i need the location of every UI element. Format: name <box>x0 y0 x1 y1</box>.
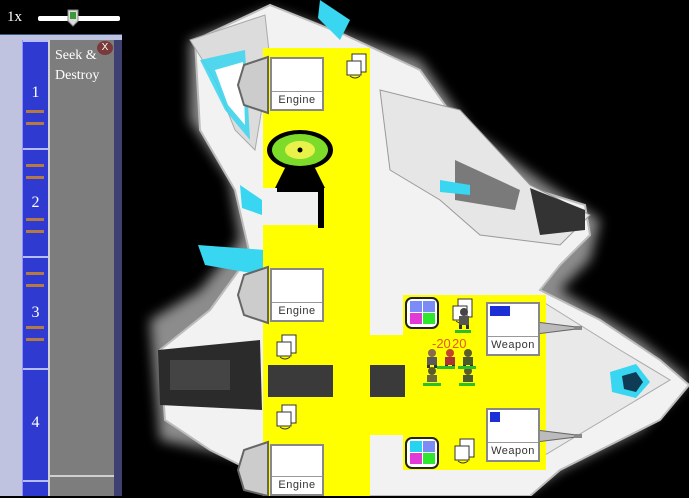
timeline-tick <box>26 164 44 167</box>
timeline-tick <box>26 230 44 233</box>
sensor-mast <box>318 195 321 225</box>
timeline-segment-2[interactable]: 2 <box>23 148 48 258</box>
door-control-icon[interactable] <box>452 437 478 465</box>
crew-figure-icon[interactable] <box>459 348 477 368</box>
engine-exhaust-icon <box>236 440 269 496</box>
engine-label: Engine <box>272 91 322 108</box>
crew-figure-icon[interactable] <box>455 307 473 329</box>
timeline-tick <box>26 338 44 341</box>
speed-slider-thumb[interactable] <box>67 9 79 27</box>
weapon-label: Weapon <box>488 336 538 353</box>
timeline-segment-4[interactable]: 4 <box>23 368 48 480</box>
engine-label: Engine <box>272 302 322 319</box>
weapon-barrel-icon <box>536 429 582 443</box>
weapon-barrel-icon <box>536 321 582 335</box>
crew-health-bar <box>455 330 471 333</box>
door-control-icon[interactable] <box>274 333 300 361</box>
timeline-tick <box>26 326 44 329</box>
weapon-system-bottom[interactable]: Weapon <box>486 408 540 462</box>
crew-figure-icon[interactable] <box>423 348 441 368</box>
engine-system-bottom[interactable]: Engine <box>270 444 324 496</box>
engine-exhaust-icon <box>236 265 269 325</box>
door-control-icon[interactable] <box>344 52 370 80</box>
task-list <box>48 40 116 496</box>
segment-number: 1 <box>31 84 40 101</box>
speed-label: 1x <box>7 9 22 25</box>
timeline[interactable]: 1 2 3 4 <box>22 40 48 496</box>
close-icon[interactable]: X <box>97 41 113 55</box>
timeline-tick <box>26 176 44 179</box>
task-divider <box>48 475 122 477</box>
weapon-charge-indicator <box>490 412 500 422</box>
segment-number: 3 <box>31 304 40 321</box>
timeline-segment-3[interactable]: 3 <box>23 256 48 370</box>
segment-number: 4 <box>31 414 40 431</box>
crew-figure-icon[interactable] <box>441 348 459 368</box>
crew-health-bar <box>459 383 475 386</box>
corridor-dark <box>268 365 333 397</box>
timeline-segment-end <box>23 480 48 498</box>
timeline-tick <box>26 122 44 125</box>
crew-health-bar <box>437 366 455 369</box>
shield-grid-icon[interactable] <box>405 437 439 469</box>
timeline-segment-1[interactable]: 1 <box>23 40 48 150</box>
engine-label: Engine <box>272 476 322 493</box>
weapon-label: Weapon <box>488 442 538 459</box>
damage-number: 20 <box>452 336 467 351</box>
timeline-tick <box>26 284 44 287</box>
shield-grid-icon[interactable] <box>405 297 439 329</box>
door-control-icon[interactable] <box>274 403 300 431</box>
panel-border <box>114 40 122 496</box>
crew-health-bar <box>458 366 476 369</box>
timeline-tick <box>26 110 44 113</box>
engine-system-top[interactable]: Engine <box>270 57 324 111</box>
timeline-tick <box>26 272 44 275</box>
sensor-dish-icon[interactable] <box>265 128 335 196</box>
engine-system-mid[interactable]: Engine <box>270 268 324 322</box>
corridor-dark-2 <box>370 365 405 397</box>
engine-exhaust-icon <box>236 55 269 115</box>
damage-number: -20 <box>432 336 451 351</box>
timeline-tick <box>26 218 44 221</box>
segment-number: 2 <box>31 194 40 211</box>
weapon-system-top[interactable]: Weapon <box>486 302 540 356</box>
crew-health-bar <box>423 383 441 386</box>
weapon-charge-indicator <box>490 306 510 316</box>
